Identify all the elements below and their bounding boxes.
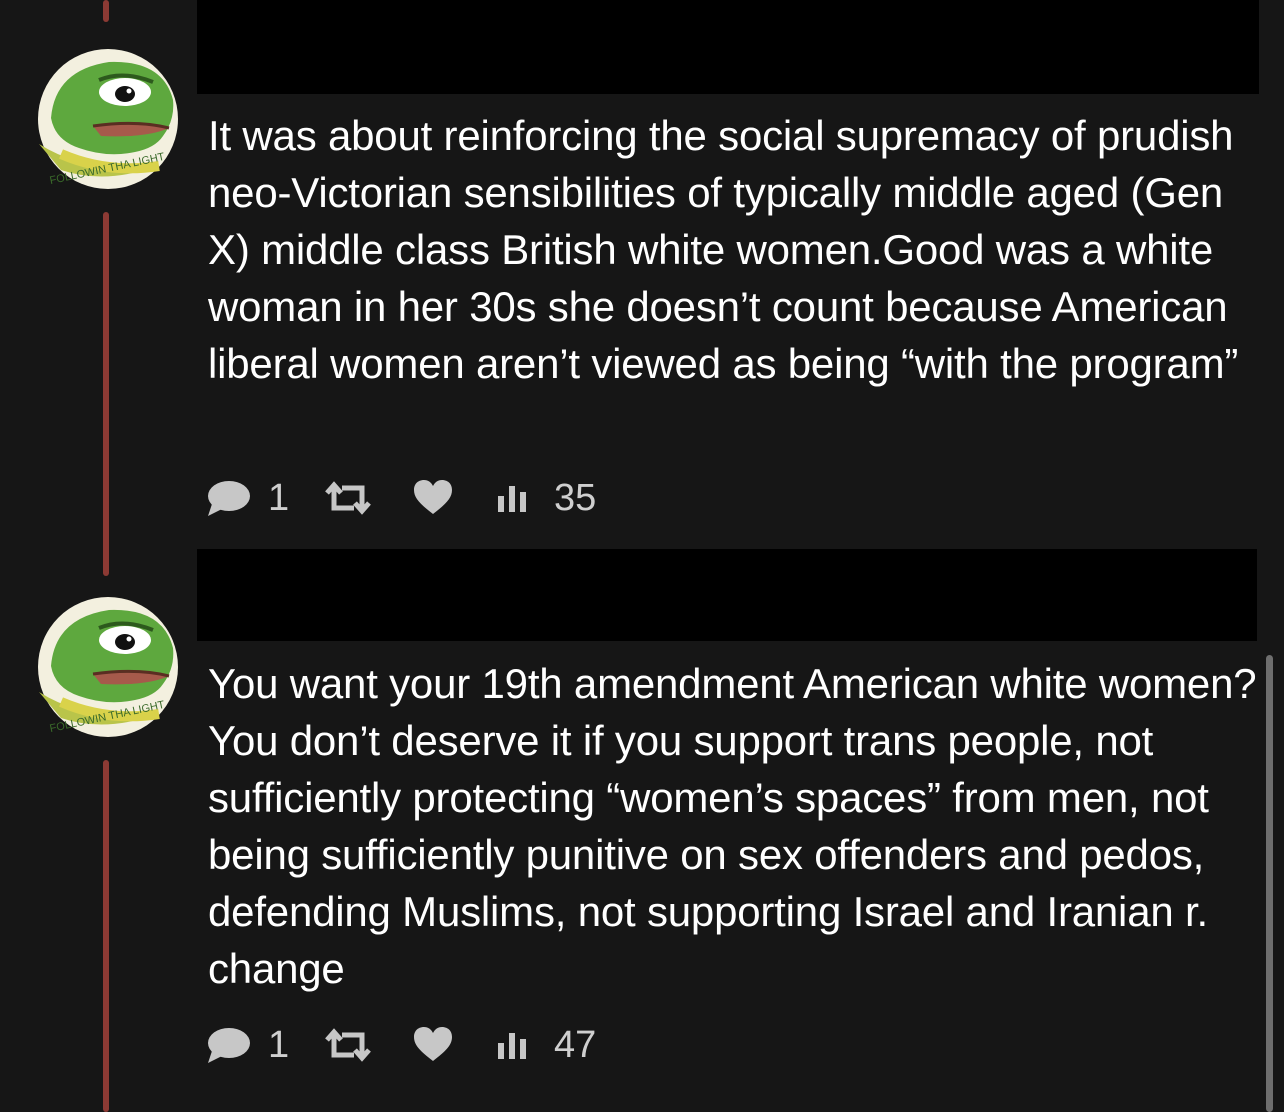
reply-count: 1 — [268, 1024, 290, 1066]
bar-chart-icon — [498, 1033, 526, 1059]
heart-icon — [414, 480, 452, 514]
post-text: It was about reinforcing the social supr… — [208, 112, 1239, 387]
repost-arrows-icon — [325, 481, 371, 515]
repost-arrows-icon — [325, 1028, 371, 1062]
post-text: You want your 19th amendment American wh… — [208, 660, 1257, 992]
avatar[interactable]: FOLLOWIN THA LIGHT — [37, 48, 179, 190]
thread-line-1 — [103, 212, 109, 576]
bar-chart-icon — [498, 486, 526, 512]
speech-bubble-icon — [208, 1028, 250, 1063]
view-count: 35 — [554, 477, 597, 519]
thread-line-top — [103, 0, 109, 22]
frog-avatar-icon: FOLLOWIN THA LIGHT — [38, 597, 178, 737]
speech-bubble-icon — [208, 481, 250, 516]
redacted-username — [197, 549, 1257, 641]
view-count: 47 — [554, 1024, 597, 1066]
heart-icon — [414, 1027, 452, 1061]
scrollbar[interactable] — [1266, 655, 1273, 1112]
redacted-username — [197, 0, 1259, 94]
reply-count: 1 — [268, 477, 290, 519]
frog-avatar-icon: FOLLOWIN THA LIGHT — [38, 49, 178, 189]
thread-line-2 — [103, 760, 109, 1112]
avatar[interactable]: FOLLOWIN THA LIGHT — [37, 596, 179, 738]
